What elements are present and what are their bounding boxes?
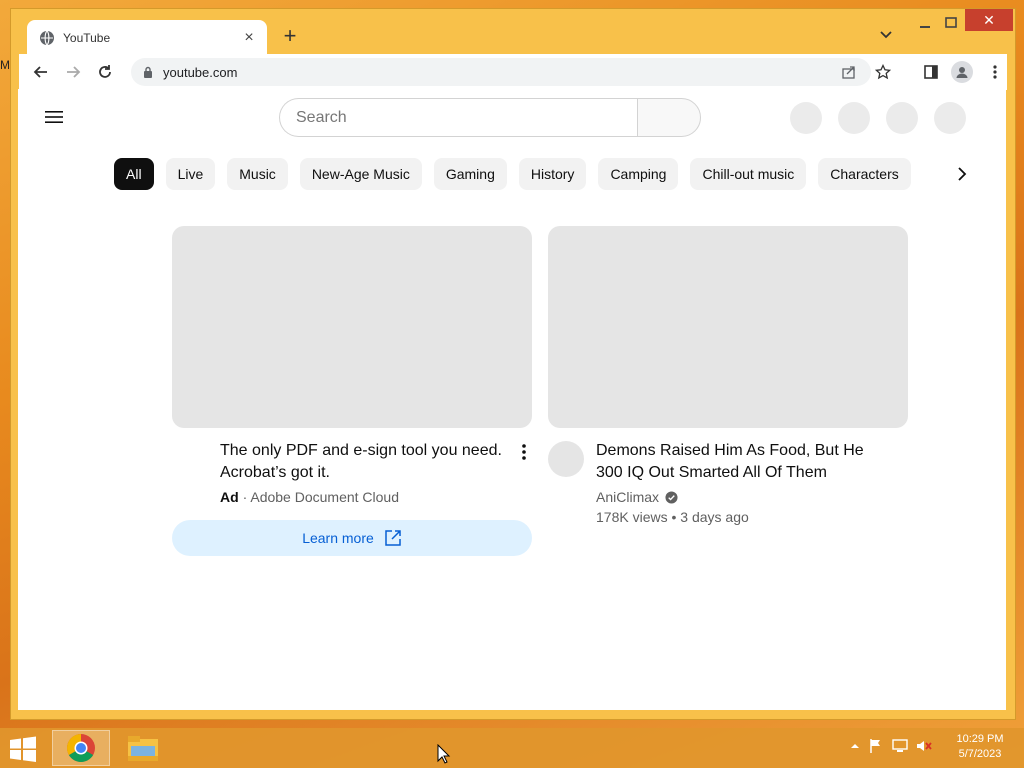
chip-gaming[interactable]: Gaming [433, 158, 507, 190]
lock-icon [144, 66, 152, 78]
chip-new-age-music[interactable]: New-Age Music [299, 158, 422, 190]
verified-check-icon [665, 490, 678, 504]
ad-title-line-1: The only PDF and e-sign tool you need. [220, 442, 502, 459]
url-text: youtube.com [163, 64, 238, 80]
mouse-cursor-icon [437, 744, 451, 764]
search-button[interactable] [637, 98, 701, 137]
new-tab-button[interactable]: + [279, 24, 301, 48]
external-link-icon [385, 530, 401, 546]
hamburger-menu-icon[interactable] [44, 109, 64, 125]
tab-title: YouTube [63, 30, 111, 45]
chip-all[interactable]: All [114, 158, 154, 190]
video-stats: 178K views • 3 days ago [596, 509, 749, 525]
youtube-page: All Live Music New-Age Music Gaming Hist… [18, 89, 1006, 710]
folder-icon [128, 736, 158, 761]
header-icon-placeholder-3[interactable] [886, 102, 918, 134]
kebab-menu-icon[interactable] [987, 64, 1003, 80]
ad-separator: · [242, 489, 248, 505]
address-bar[interactable]: youtube.com [131, 58, 891, 86]
learn-more-label: Learn more [302, 530, 374, 546]
ad-meta: Ad · Adobe Document Cloud [220, 489, 399, 505]
video-thumbnail[interactable] [548, 226, 908, 428]
reload-button[interactable] [91, 58, 119, 86]
system-tray [850, 738, 932, 754]
windows-start-icon[interactable] [8, 736, 38, 762]
search-input[interactable] [279, 98, 637, 137]
network-icon[interactable] [892, 738, 908, 754]
reload-icon [99, 65, 111, 78]
globe-icon [40, 30, 54, 45]
profile-avatar[interactable] [951, 61, 973, 83]
share-icon[interactable] [841, 64, 857, 80]
learn-more-button[interactable]: Learn more [172, 520, 532, 556]
more-options-icon[interactable] [515, 442, 533, 462]
video-title-line-1: Demons Raised Him As Food, But He [596, 442, 864, 459]
chip-live[interactable]: Live [165, 158, 216, 190]
side-panel-icon[interactable] [923, 64, 939, 80]
clock-time: 10:29 PM [956, 733, 1004, 745]
desktop-stray-text: M [0, 58, 10, 72]
video-title-line-2: 300 IQ Out Smarted All Of Them [596, 464, 827, 481]
tab-search-chevron-icon[interactable] [877, 25, 895, 43]
tray-expand-icon[interactable] [850, 741, 860, 751]
ad-title-line-2: Acrobat’s got it. [220, 464, 330, 481]
back-button[interactable] [27, 58, 55, 86]
chip-history[interactable]: History [518, 158, 587, 190]
channel-avatar[interactable] [548, 441, 584, 477]
person-icon [956, 67, 968, 78]
filter-chips-bar: All Live Music New-Age Music Gaming Hist… [114, 158, 911, 190]
header-icon-placeholder-1[interactable] [790, 102, 822, 134]
tab-close-icon[interactable]: × [241, 29, 257, 47]
ad-badge: Ad [220, 489, 239, 505]
title-bar: YouTube × + ✕ [11, 9, 1015, 55]
browser-toolbar: youtube.com [19, 54, 1007, 90]
chrome-icon [67, 734, 95, 762]
bookmark-star-icon[interactable] [875, 64, 891, 80]
back-arrow-icon [33, 66, 47, 78]
clock-date: 5/7/2023 [958, 748, 1002, 760]
forward-button[interactable] [59, 58, 87, 86]
channel-name[interactable]: AniClimax [596, 489, 659, 505]
taskbar-clock[interactable]: 10:29 PM 5/7/2023 [948, 732, 1012, 762]
taskbar-chrome-button[interactable] [52, 730, 110, 766]
forward-arrow-icon [67, 66, 81, 78]
chip-chill-out-music[interactable]: Chill-out music [690, 158, 807, 190]
chip-characters[interactable]: Characters [818, 158, 911, 190]
taskbar: 10:29 PM 5/7/2023 [0, 728, 1024, 768]
chip-music[interactable]: Music [227, 158, 288, 190]
minimize-icon[interactable] [913, 13, 937, 33]
window-close-button[interactable]: ✕ [965, 9, 1013, 31]
advertiser-name: Adobe Document Cloud [250, 489, 400, 505]
ad-title[interactable]: The only PDF and e-sign tool you need. A… [220, 440, 510, 484]
maximize-icon[interactable] [939, 13, 963, 33]
taskbar-file-explorer-button[interactable] [118, 730, 168, 766]
volume-muted-icon[interactable] [916, 738, 932, 754]
action-center-flag-icon[interactable] [868, 738, 884, 754]
header-icon-placeholder-2[interactable] [838, 102, 870, 134]
channel-row: AniClimax [596, 489, 678, 505]
chip-camping[interactable]: Camping [598, 158, 679, 190]
browser-tab[interactable]: YouTube × [27, 20, 267, 55]
header-icon-placeholder-4[interactable] [934, 102, 966, 134]
ad-thumbnail[interactable] [172, 226, 532, 428]
video-title[interactable]: Demons Raised Him As Food, But He 300 IQ… [596, 440, 896, 484]
chevron-right-icon[interactable] [954, 166, 970, 182]
